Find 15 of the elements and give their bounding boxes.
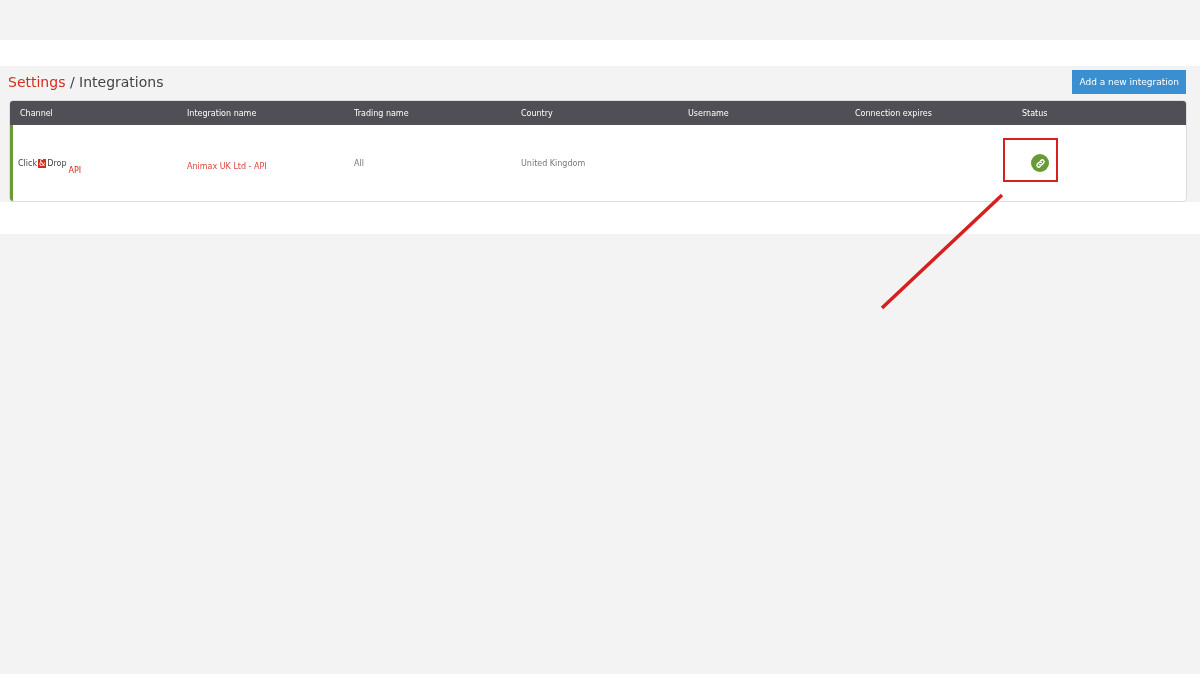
highlight-box bbox=[1003, 138, 1058, 182]
column-header: Channel bbox=[19, 108, 54, 118]
channel-logo: Click & Drop API bbox=[18, 159, 82, 175]
breadcrumb: Settings / Integrations bbox=[8, 74, 164, 90]
column-header: Status bbox=[1021, 108, 1049, 118]
column-header: Username bbox=[687, 108, 730, 118]
add-integration-button[interactable]: Add a new integration bbox=[1072, 70, 1186, 94]
trading-name-cell-text: All bbox=[353, 158, 365, 168]
integration-name-link[interactable]: Animax UK Ltd - API bbox=[180, 161, 267, 171]
column-header: Country bbox=[520, 108, 554, 118]
column-header: Trading name bbox=[353, 108, 410, 118]
country-cell-text: United Kingdom bbox=[520, 158, 587, 168]
link-status-icon[interactable] bbox=[1031, 154, 1049, 172]
column-header: Integration name bbox=[186, 108, 258, 118]
column-header: Connection expires bbox=[854, 108, 933, 118]
